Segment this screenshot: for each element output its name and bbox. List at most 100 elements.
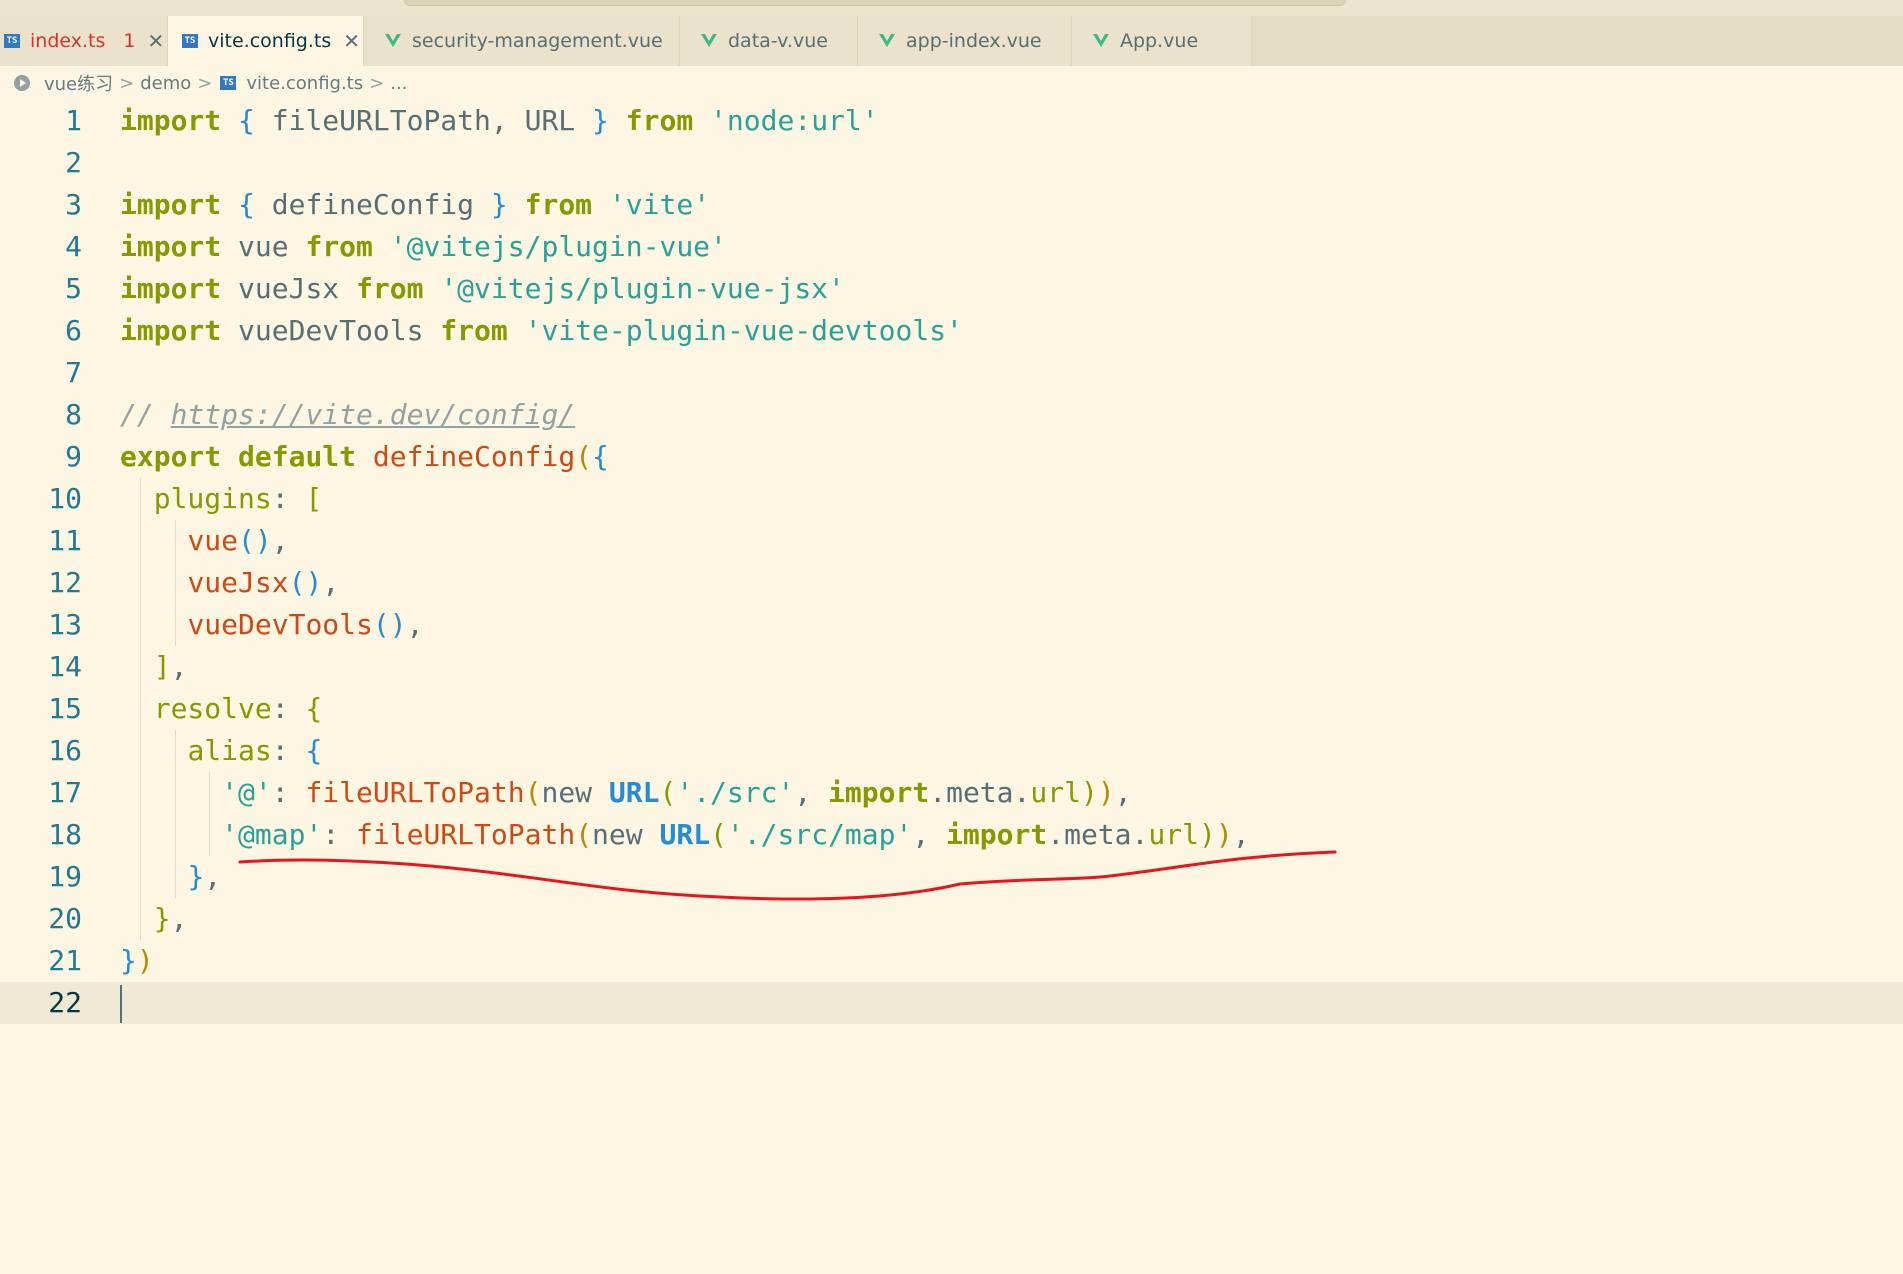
code-token: , — [170, 650, 188, 683]
vue-icon — [384, 33, 402, 49]
line-number: 17 — [48, 776, 82, 809]
code-token: import — [120, 104, 222, 137]
code-token: , — [271, 524, 289, 557]
code-token: resolve — [153, 692, 272, 725]
code-line[interactable]: 16 alias: { — [0, 730, 1903, 772]
code-line[interactable]: 6 import vueDevTools from 'vite-plugin-vu… — [0, 310, 1903, 352]
tab-label: security-management.vue — [412, 30, 663, 52]
code-line[interactable]: 10 plugins: [ — [0, 478, 1903, 520]
vue-icon — [1092, 33, 1110, 49]
code-line[interactable]: 1 import { fileURLToPath, URL } from 'nod… — [0, 100, 1903, 142]
code-token: ( — [575, 440, 593, 473]
code-text: import vueJsx from '@vitejs/plugin-vue-j… — [120, 268, 845, 310]
code-token: } — [153, 902, 171, 935]
tab-security-management-vue[interactable]: security-management.vue — [364, 16, 680, 66]
code-text: vueJsx(), — [120, 562, 339, 604]
code-line[interactable]: 13 vueDevTools(), — [0, 604, 1903, 646]
chevron-right-icon: > — [119, 72, 135, 94]
code-line[interactable]: 20 }, — [0, 898, 1903, 940]
line-number: 20 — [48, 902, 82, 935]
code-line[interactable]: 11 vue(), — [0, 520, 1903, 562]
code-token: '@map' — [221, 818, 323, 851]
tab-app-index-vue[interactable]: app-index.vue — [858, 16, 1072, 66]
code-token: './src/map' — [726, 818, 913, 851]
code-line[interactable]: 22 — [0, 982, 1903, 1024]
error-count-badge: 1 — [123, 30, 136, 52]
line-number: 8 — [65, 398, 82, 431]
code-token: , — [322, 566, 340, 599]
tab-vite-config-ts[interactable]: TS vite.config.ts ✕ — [168, 16, 364, 66]
code-token: vueDevTools — [187, 608, 373, 641]
code-line[interactable]: 15 resolve: { — [0, 688, 1903, 730]
code-token: ) — [1080, 776, 1098, 809]
close-icon[interactable]: ✕ — [147, 29, 164, 53]
line-number: 7 — [65, 356, 82, 389]
window-top-strip — [0, 0, 1903, 16]
tab-label: index.ts — [30, 30, 106, 52]
code-line[interactable]: 8 // https://vite.dev/config/ — [0, 394, 1903, 436]
chevron-right-icon: > — [197, 72, 213, 94]
code-token: 'vite' — [608, 188, 711, 221]
code-editor[interactable]: 1 import { fileURLToPath, URL } from 'nod… — [0, 100, 1903, 1024]
code-token: // — [120, 398, 171, 431]
code-line[interactable]: 9 export default defineConfig({ — [0, 436, 1903, 478]
code-line[interactable]: 2 — [0, 142, 1903, 184]
code-token: : — [322, 818, 357, 851]
code-token: ) — [136, 944, 154, 977]
code-token: , — [1114, 776, 1132, 809]
code-line[interactable]: 12 vueJsx(), — [0, 562, 1903, 604]
tab-data-v-vue[interactable]: data-v.vue — [680, 16, 858, 66]
code-line[interactable]: 5 import vueJsx from '@vitejs/plugin-vue-… — [0, 268, 1903, 310]
code-token: from — [305, 230, 373, 263]
breadcrumb-item-demo[interactable]: demo — [140, 73, 191, 94]
code-text: }) — [120, 940, 154, 982]
code-line[interactable]: 14 ], — [0, 646, 1903, 688]
indent-guide — [175, 520, 176, 646]
code-token: , — [912, 818, 947, 851]
code-token: '@' — [221, 776, 272, 809]
tab-app-vue[interactable]: App.vue — [1072, 16, 1252, 66]
code-token: URL — [659, 818, 711, 851]
code-token: : — [271, 692, 306, 725]
code-text: '@map': fileURLToPath(new URL('./src/map… — [120, 814, 1249, 856]
code-token: defineConfig — [254, 188, 491, 221]
code-line[interactable]: 18 '@map': fileURLToPath(new URL('./src/… — [0, 814, 1903, 856]
code-text: resolve: { — [120, 688, 323, 730]
chevron-right-icon: > — [369, 72, 385, 94]
code-text: // https://vite.dev/config/ — [120, 394, 575, 436]
code-line[interactable]: 4 import vue from '@vitejs/plugin-vue' — [0, 226, 1903, 268]
breadcrumb-item-symbol[interactable]: ... — [390, 73, 407, 94]
line-number: 21 — [48, 944, 82, 977]
code-token: ) — [1097, 776, 1115, 809]
code-token: { — [305, 734, 323, 767]
code-token: , — [204, 860, 222, 893]
code-line[interactable]: 17 '@': fileURLToPath(new URL('./src', i… — [0, 772, 1903, 814]
code-token: [ — [305, 482, 323, 515]
code-line[interactable]: 3 import { defineConfig } from 'vite' — [0, 184, 1903, 226]
code-token: import — [120, 188, 222, 221]
code-line[interactable]: 19 }, — [0, 856, 1903, 898]
code-token: fileURLToPath — [305, 776, 525, 809]
code-token: { — [592, 440, 609, 473]
code-line[interactable]: 21}) — [0, 940, 1903, 982]
code-token: fileURLToPath — [356, 818, 576, 851]
breadcrumb-item-folder[interactable]: vue练习 — [44, 70, 113, 96]
code-token: vueJsx — [221, 272, 357, 305]
tab-label: vite.config.ts — [208, 30, 332, 52]
code-token: ( — [659, 776, 677, 809]
code-line[interactable]: 7 — [0, 352, 1903, 394]
code-token: : — [271, 776, 306, 809]
close-icon[interactable]: ✕ — [343, 29, 360, 53]
code-token: import — [120, 230, 222, 263]
line-number: 15 — [48, 692, 82, 725]
breadcrumb-item-file[interactable]: vite.config.ts — [246, 73, 363, 94]
tab-label: data-v.vue — [728, 30, 828, 52]
tab-index-ts[interactable]: TS index.ts 1 ✕ — [0, 16, 168, 66]
top-scroll-thumb[interactable] — [404, 0, 1346, 6]
